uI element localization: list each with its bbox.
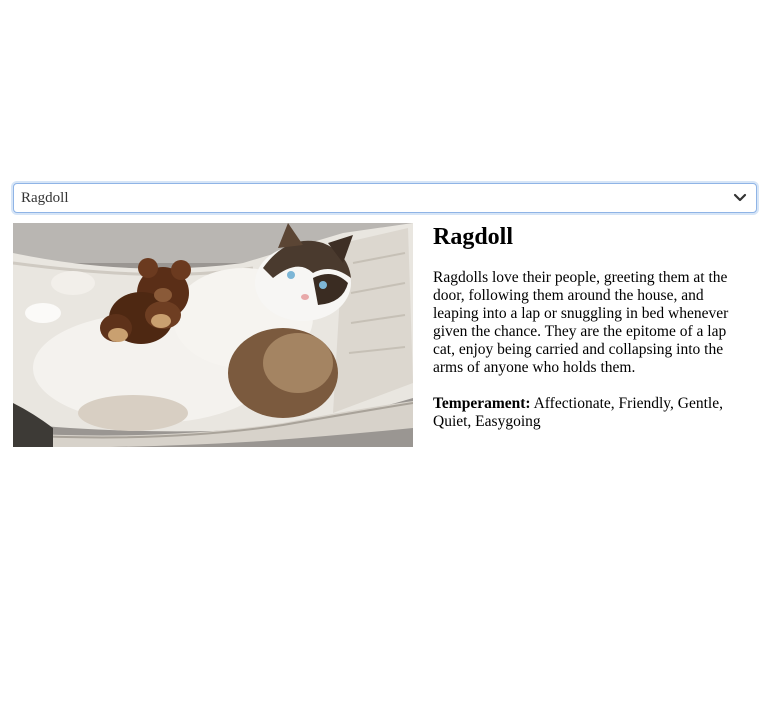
page: Ragdoll Ragdoll Ragdolls love their peop… [0, 0, 784, 724]
breed-select[interactable]: Ragdoll [13, 183, 757, 213]
breed-title: Ragdoll [433, 224, 514, 250]
temperament-label: Temperament: [433, 395, 531, 412]
chevron-down-icon[interactable] [732, 190, 748, 206]
breed-photo [13, 223, 413, 447]
breed-info: Ragdoll Ragdolls love their people, gree… [433, 223, 745, 449]
breed-select-value: Ragdoll [21, 189, 69, 206]
breed-temperament: Temperament: Affectionate, Friendly, Gen… [433, 395, 745, 431]
breed-card: Ragdoll Ragdolls love their people, gree… [13, 223, 757, 449]
breed-description: Ragdolls love their people, greeting the… [433, 269, 729, 376]
